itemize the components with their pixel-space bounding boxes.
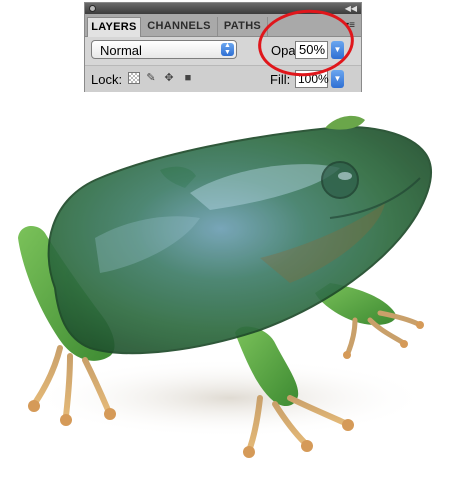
panel-tabs: LAYERS CHANNELS PATHS ▾≡ xyxy=(85,14,361,37)
fill-label: Fill: xyxy=(270,72,291,87)
opacity-dropdown-icon[interactable]: ▼ xyxy=(331,41,344,59)
lock-all-icon[interactable]: ■ xyxy=(182,72,194,84)
tab-channels[interactable]: CHANNELS xyxy=(141,17,218,36)
tab-paths[interactable]: PATHS xyxy=(218,17,268,36)
fill-dropdown-icon[interactable]: ▼ xyxy=(331,70,344,88)
collapse-icon[interactable]: ◀◀ xyxy=(345,3,357,14)
lock-position-icon[interactable]: ✥ xyxy=(163,72,175,84)
blend-row: Normal ▲▼ Opacity: 50% ▼ xyxy=(85,37,361,65)
close-icon[interactable] xyxy=(89,5,96,12)
frog-image xyxy=(18,115,432,458)
lock-transparent-pixels-icon[interactable] xyxy=(128,72,140,84)
layers-panel: ◀◀ LAYERS CHANNELS PATHS ▾≡ Normal ▲▼ Op… xyxy=(84,2,362,92)
select-arrows-icon: ▲ ▼ xyxy=(221,42,234,56)
panel-menu-icon[interactable]: ▾≡ xyxy=(344,20,355,31)
tab-layers[interactable]: LAYERS xyxy=(87,17,141,37)
lock-label: Lock: xyxy=(91,72,123,87)
blend-mode-value: Normal xyxy=(100,43,142,58)
opacity-input[interactable]: 50% xyxy=(295,41,328,59)
lock-row: Lock: ✎ ✥ ■ Fill: 100% ▼ xyxy=(85,65,361,92)
lock-image-pixels-icon[interactable]: ✎ xyxy=(145,72,157,84)
fill-input[interactable]: 100% xyxy=(295,70,329,88)
panel-titlebar: ◀◀ xyxy=(85,3,361,14)
blend-mode-select[interactable]: Normal ▲ ▼ xyxy=(91,40,237,59)
